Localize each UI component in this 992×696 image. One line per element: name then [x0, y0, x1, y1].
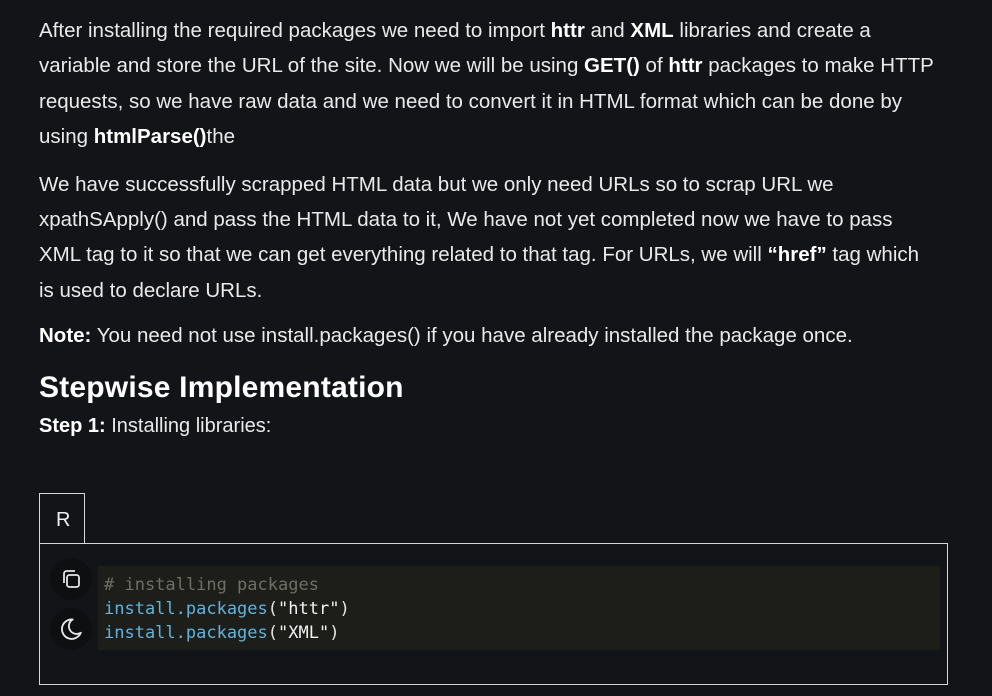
paragraph-text: We have successfully scrapped HTML data …	[39, 172, 893, 267]
section-heading: Stepwise Implementation	[39, 370, 404, 404]
bold-xml: XML	[630, 19, 674, 42]
paragraph-text: and	[584, 19, 631, 42]
language-tab-r[interactable]: R	[39, 493, 85, 543]
code-comment: # installing packages	[104, 575, 319, 595]
code-function: install.packages	[104, 623, 268, 643]
paragraph-scrape: We have successfully scrapped HTML data …	[39, 167, 939, 309]
paragraph-note: Note: You need not use install.packages(…	[39, 318, 939, 353]
paragraph-intro: After installing the required packages w…	[39, 13, 939, 155]
bold-href: “href”	[767, 243, 827, 267]
code-block: # installing packages install.packages("…	[39, 543, 948, 685]
code-string: "httr"	[278, 599, 340, 619]
bold-htmlparse: htmlParse()	[93, 125, 207, 149]
bold-httr: httr	[668, 54, 703, 78]
bold-httr: httr	[550, 19, 585, 42]
step-label: Step 1:	[39, 414, 106, 437]
paragraph-text: the	[206, 125, 236, 149]
code-paren: )	[329, 623, 340, 643]
code-area[interactable]: # installing packages install.packages("…	[98, 566, 940, 650]
step-line: Step 1: Installing libraries:	[39, 411, 939, 441]
toggle-theme-button[interactable]	[50, 608, 92, 650]
bold-get: GET()	[584, 54, 640, 78]
code-paren: (	[267, 599, 279, 619]
code-paren: )	[339, 599, 350, 619]
code-paren: (	[267, 623, 279, 643]
note-text: You need not use install.packages() if y…	[91, 324, 853, 348]
copy-code-button[interactable]	[50, 558, 92, 600]
code-text: # installing packages install.packages("…	[104, 573, 350, 645]
copy-icon	[63, 570, 80, 588]
language-tab-label: R	[56, 509, 71, 531]
moon-icon	[61, 618, 82, 640]
paragraph-text: of	[639, 54, 669, 78]
note-label: Note:	[39, 324, 92, 348]
code-function: install.packages	[104, 599, 268, 619]
step-text: Installing libraries:	[105, 414, 272, 437]
article-body: After installing the required packages w…	[39, 13, 939, 441]
code-string: "XML"	[278, 623, 330, 643]
paragraph-text: After installing the required packages w…	[39, 19, 551, 42]
